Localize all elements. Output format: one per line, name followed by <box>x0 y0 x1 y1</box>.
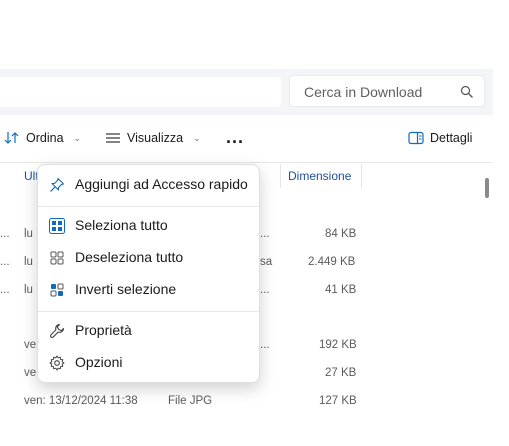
search-box[interactable]: Cerca in Download <box>289 75 485 107</box>
row-type: File JPG <box>168 395 213 407</box>
row-size: 127 KB <box>319 395 357 407</box>
sort-icon <box>4 132 19 144</box>
menu-item-label: Aggiungi ad Accesso rapido <box>75 176 248 192</box>
address-bar-area: Cerca in Download <box>0 69 493 115</box>
sort-label: Ordina <box>26 131 64 145</box>
row-size: 27 KB <box>325 367 357 379</box>
row-size: 41 KB <box>325 284 357 296</box>
menu-item-add-quick-access[interactable]: Aggiungi ad Accesso rapido <box>38 170 261 200</box>
menu-divider <box>38 206 259 207</box>
menu-item-label: Seleziona tutto <box>75 217 168 233</box>
chevron-down-icon: ⌄ <box>73 132 82 143</box>
column-header-size[interactable]: Dimensione <box>288 169 351 193</box>
view-button[interactable]: Visualizza ⌄ <box>105 131 201 145</box>
row-type: sa <box>260 256 273 268</box>
view-icon <box>106 133 120 143</box>
row-type: ... <box>260 339 270 351</box>
menu-divider <box>38 311 259 312</box>
row-size: 2.449 KB <box>308 256 356 268</box>
invert-selection-icon <box>50 283 64 297</box>
menu-item-select-none[interactable]: Deseleziona tutto <box>38 243 261 273</box>
select-all-icon <box>49 218 65 234</box>
menu-item-label: Proprietà <box>75 322 132 338</box>
table-row[interactable]: ven: 13/12/2024 11:38 File JPG 127 KB <box>0 388 493 416</box>
row-date: lu <box>24 256 33 268</box>
column-divider[interactable] <box>280 164 281 188</box>
view-label: Visualizza <box>127 131 184 145</box>
search-input[interactable]: Cerca in Download <box>304 84 422 100</box>
gear-icon <box>49 355 65 371</box>
address-field[interactable] <box>0 77 281 107</box>
details-pane-icon <box>408 131 424 145</box>
menu-item-label: Inverti selezione <box>75 281 177 297</box>
row-name: ... <box>0 256 10 268</box>
sort-button[interactable]: Ordina ⌄ <box>4 131 81 145</box>
row-date: ve <box>24 367 37 379</box>
more-options-button[interactable]: ... <box>226 127 244 148</box>
menu-item-options[interactable]: Opzioni <box>38 348 261 378</box>
menu-item-label: Deseleziona tutto <box>75 249 184 265</box>
search-icon[interactable] <box>460 85 474 99</box>
column-divider[interactable] <box>361 164 362 188</box>
menu-item-properties[interactable]: Proprietà <box>38 316 261 346</box>
menu-item-invert-selection[interactable]: Inverti selezione <box>38 275 261 305</box>
row-name: ... <box>0 284 10 296</box>
chevron-down-icon: ⌄ <box>193 132 201 143</box>
row-date: ven: 13/12/2024 11:38 <box>24 395 138 407</box>
wrench-icon <box>50 323 65 338</box>
command-bar: Ordina ⌄ Visualizza ⌄ ... Dettagli <box>0 115 493 163</box>
details-button[interactable]: Dettagli <box>408 131 472 145</box>
menu-item-label: Opzioni <box>75 354 123 370</box>
row-date: lu <box>24 284 33 296</box>
row-size: 84 KB <box>325 228 357 240</box>
menu-item-select-all[interactable]: Seleziona tutto <box>38 211 261 241</box>
vertical-scrollbar[interactable] <box>485 178 489 198</box>
pin-icon <box>50 177 65 192</box>
select-none-icon <box>50 251 64 265</box>
row-type: ... <box>260 228 270 240</box>
row-date: lu <box>24 228 33 240</box>
row-type: ... <box>260 284 270 296</box>
row-date: ve <box>24 339 37 351</box>
more-options-menu: Aggiungi ad Accesso rapido Seleziona tut… <box>37 164 260 383</box>
row-name: ... <box>0 228 10 240</box>
row-size: 192 KB <box>319 339 357 351</box>
details-label: Dettagli <box>430 131 473 145</box>
